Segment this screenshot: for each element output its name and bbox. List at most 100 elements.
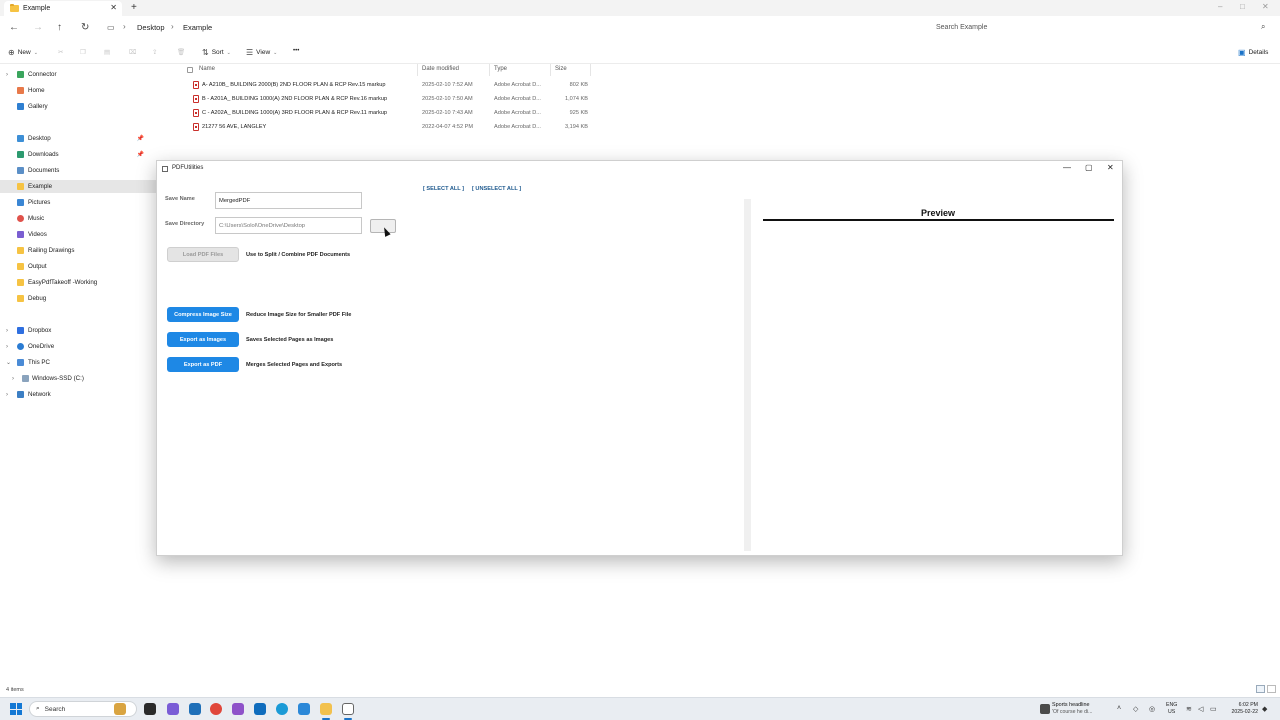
new-tab-button[interactable]: + [131, 2, 137, 13]
widget-icon[interactable] [114, 703, 126, 715]
sidebar-item-gallery[interactable]: Gallery [0, 100, 156, 113]
file-row[interactable]: C - A202A_ BUILDING 1000(A) 3RD FLOOR PL… [186, 106, 596, 120]
sort-button[interactable]: ⇅ Sort ⌄ [202, 48, 231, 57]
breadcrumb-desktop[interactable]: Desktop [137, 23, 165, 32]
rename-icon[interactable]: ⌧ [129, 48, 137, 56]
pdfutilities-taskbar-icon[interactable] [342, 703, 354, 715]
sidebar-item-connector[interactable]: › Connector [0, 68, 156, 81]
chevron-right-icon[interactable]: › [6, 72, 8, 78]
windows-start-icon[interactable] [10, 703, 22, 715]
search-input[interactable]: Search Example [936, 24, 987, 31]
sidebar-item-this-pc[interactable]: ⌄ This PC [0, 356, 156, 369]
save-name-input[interactable] [215, 192, 362, 209]
monitor-icon[interactable]: ▭ [107, 23, 115, 32]
tiles-view-icon[interactable] [1267, 685, 1276, 693]
edge-icon[interactable] [276, 703, 288, 715]
vscode-icon[interactable] [298, 703, 310, 715]
sidebar-item-easypdftakeoff[interactable]: EasyPdfTakeoff -Working [0, 276, 156, 289]
copy-icon[interactable]: ❐ [80, 48, 86, 56]
column-header-name[interactable]: Name [199, 66, 215, 72]
paste-icon[interactable]: ▤ [104, 48, 110, 56]
battery-icon[interactable]: ▭ [1210, 705, 1217, 713]
compress-image-size-button[interactable]: Compress Image Size [167, 307, 239, 322]
select-all-link[interactable]: [ SELECT ALL ] [423, 186, 464, 192]
more-options-icon[interactable]: ••• [293, 48, 299, 54]
copilot-icon[interactable] [167, 703, 179, 715]
sidebar-item-downloads[interactable]: Downloads 📌 [0, 148, 156, 161]
file-row[interactable]: A- A210B_ BUILDING 2000(B) 2ND FLOOR PLA… [186, 78, 596, 92]
explorer-tab[interactable]: Example ✕ [4, 1, 122, 16]
pin-icon[interactable]: 📌 [137, 135, 144, 142]
column-divider[interactable] [590, 64, 591, 76]
page-list-scrollbar[interactable] [744, 199, 751, 551]
sidebar-item-pictures[interactable]: Pictures [0, 196, 156, 209]
breadcrumb-example[interactable]: Example [183, 23, 212, 32]
close-button[interactable]: ✕ [1262, 2, 1269, 11]
close-button[interactable]: ✕ [1107, 163, 1114, 172]
column-divider[interactable] [550, 64, 551, 76]
share-icon[interactable]: ⇪ [152, 48, 157, 56]
search-icon[interactable]: ⌕ [1261, 22, 1265, 32]
up-arrow-icon[interactable]: ↑ [57, 22, 62, 33]
view-button[interactable]: ☰ View ⌄ [246, 48, 277, 57]
column-header-size[interactable]: Size [555, 66, 567, 72]
chevron-down-icon[interactable]: ⌄ [6, 359, 11, 366]
cut-icon[interactable]: ✂ [58, 48, 63, 56]
wifi-icon[interactable]: ≋ [1186, 705, 1192, 713]
chevron-right-icon[interactable]: › [6, 328, 8, 334]
notification-bell-icon[interactable]: ◆ [1262, 705, 1267, 713]
microphone-icon[interactable]: ◎ [1149, 705, 1155, 713]
export-as-pdf-button[interactable]: Export as PDF [167, 357, 239, 372]
sidebar-item-output[interactable]: Output [0, 260, 156, 273]
volume-icon[interactable]: ◁ [1198, 705, 1203, 713]
forward-arrow-icon[interactable]: → [33, 22, 43, 33]
column-divider[interactable] [417, 64, 418, 76]
language-indicator[interactable]: ENG US [1166, 702, 1177, 716]
sidebar-item-home[interactable]: Home [0, 84, 156, 97]
maximize-button[interactable]: ▢ [1085, 163, 1093, 172]
details-button[interactable]: ▣ Details [1238, 48, 1268, 57]
sidebar-item-videos[interactable]: Videos [0, 228, 156, 241]
select-all-checkbox[interactable] [187, 67, 193, 73]
minimize-button[interactable]: – [1218, 2, 1222, 11]
sidebar-item-documents[interactable]: Documents [0, 164, 156, 177]
sidebar-item-network[interactable]: › Network [0, 388, 156, 401]
refresh-icon[interactable]: ↻ [81, 22, 89, 33]
dropbox-tray-icon[interactable]: ◇ [1133, 705, 1138, 713]
chrome-icon[interactable] [210, 703, 222, 715]
delete-icon[interactable]: 🗑 [177, 48, 185, 56]
export-as-images-button[interactable]: Export as Images [167, 332, 239, 347]
sidebar-item-desktop[interactable]: Desktop 📌 [0, 132, 156, 145]
sidebar-item-music[interactable]: Music [0, 212, 156, 225]
unselect-all-link[interactable]: [ UNSELECT ALL ] [472, 186, 521, 192]
system-clock[interactable]: 6:02 PM 2025-02-22 [1224, 702, 1258, 716]
sidebar-item-onedrive[interactable]: › OneDrive [0, 340, 156, 353]
details-view-icon[interactable] [1256, 685, 1265, 693]
sidebar-item-debug[interactable]: Debug [0, 292, 156, 305]
load-pdf-files-button[interactable]: Load PDF Files [167, 247, 239, 262]
chevron-right-icon[interactable]: › [6, 392, 8, 398]
sidebar-item-dropbox[interactable]: › Dropbox [0, 324, 156, 337]
column-header-type[interactable]: Type [494, 66, 507, 72]
chevron-right-icon[interactable]: › [12, 376, 14, 382]
file-row[interactable]: B - A201A_ BUILDING 1000(A) 2ND FLOOR PL… [186, 92, 596, 106]
column-header-date[interactable]: Date modified [422, 66, 459, 72]
tab-close-icon[interactable]: ✕ [110, 3, 117, 12]
file-row[interactable]: 21277 56 AVE, LANGLEY 2022-04-07 4:52 PM… [186, 120, 596, 134]
news-widget[interactable]: Sports headline 'Of course he di... [1040, 702, 1110, 718]
sidebar-item-railing-drawings[interactable]: Railing Drawings [0, 244, 156, 257]
store-icon[interactable] [189, 703, 201, 715]
task-view-icon[interactable] [144, 703, 156, 715]
minimize-button[interactable]: — [1063, 163, 1071, 172]
chevron-up-icon[interactable]: ˄ [1117, 705, 1121, 712]
file-explorer-icon[interactable] [320, 703, 332, 715]
save-directory-input[interactable] [215, 217, 362, 234]
back-arrow-icon[interactable]: ← [9, 22, 19, 33]
new-button[interactable]: ⊕ New ⌄ [8, 48, 38, 57]
sidebar-item-windows-ssd[interactable]: › Windows-SSD (C:) [0, 372, 156, 385]
chevron-right-icon[interactable]: › [6, 344, 8, 350]
column-divider[interactable] [489, 64, 490, 76]
visual-studio-icon[interactable] [232, 703, 244, 715]
outlook-icon[interactable] [254, 703, 266, 715]
maximize-button[interactable]: □ [1240, 2, 1245, 11]
